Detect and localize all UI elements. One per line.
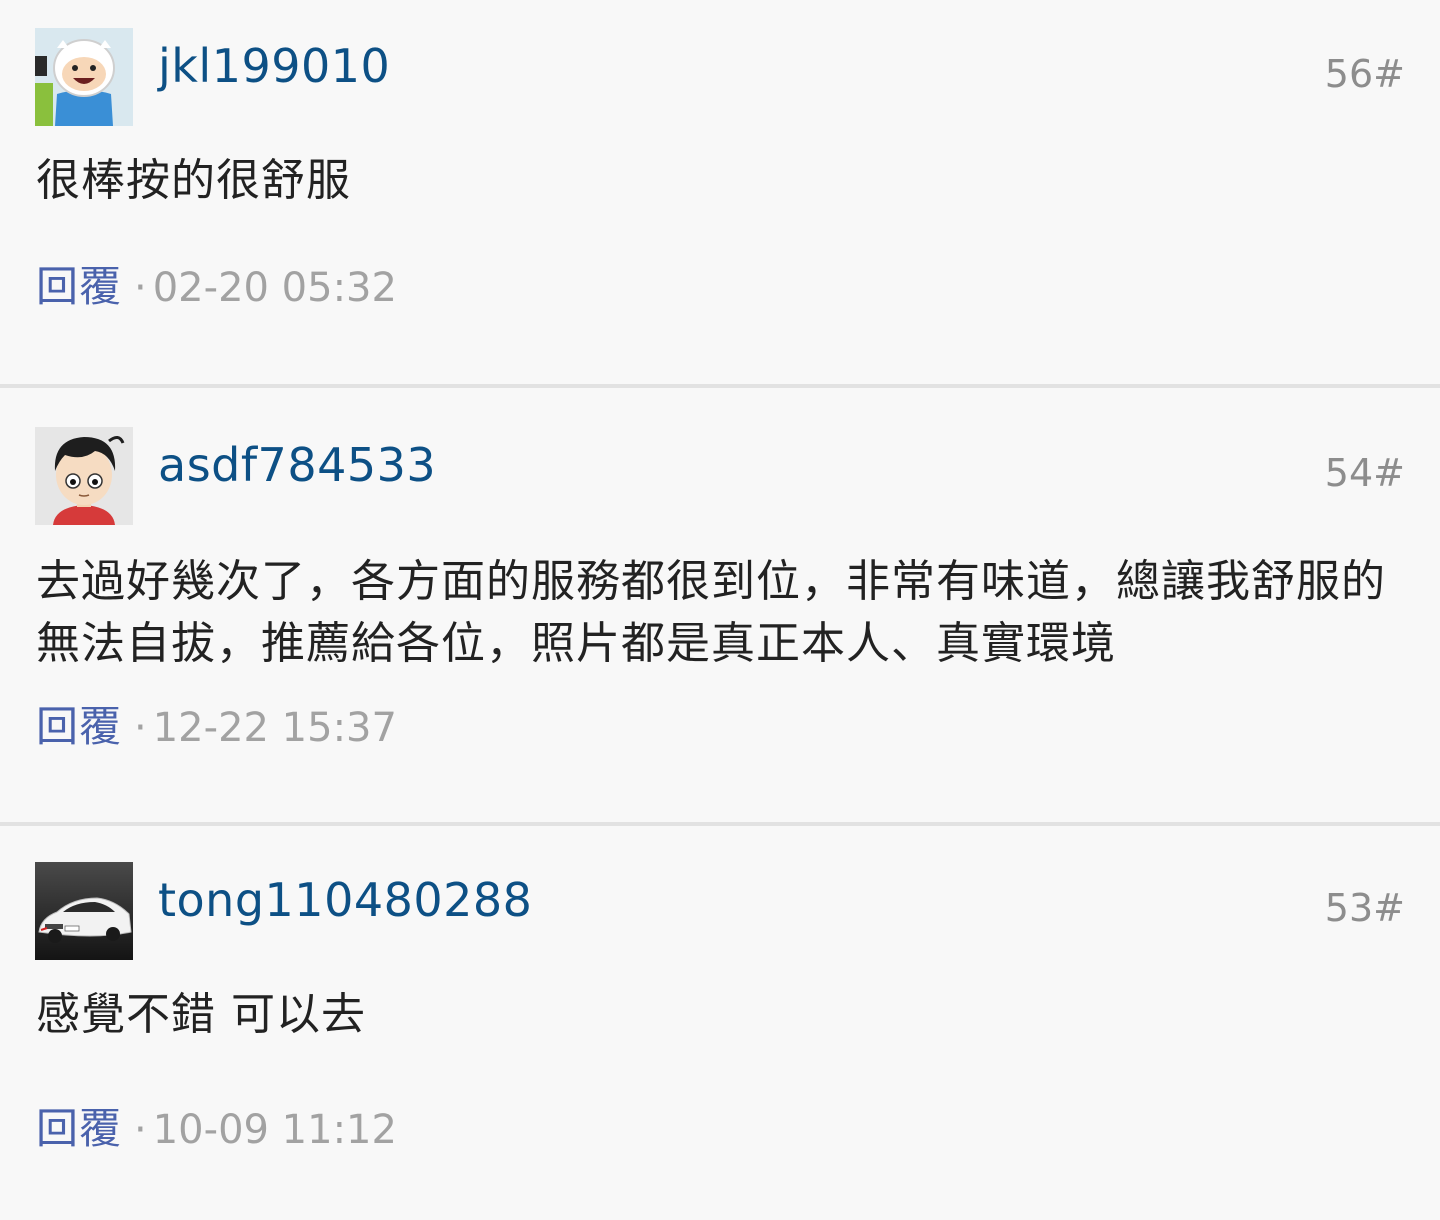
- comment-item: asdf784533 54# 去過好幾次了，各方面的服務都很到位，非常有味道，總…: [0, 388, 1440, 826]
- car-photo-avatar-icon: [35, 862, 133, 960]
- floor-number: 56#: [1324, 52, 1405, 96]
- avatar[interactable]: [35, 427, 133, 525]
- comment-text: 感覺不錯 可以去: [36, 989, 366, 1040]
- comment-text: 很棒按的很舒服: [36, 155, 351, 206]
- comment-item: jkl199010 56# 很棒按的很舒服 回覆 · 02-20 05:32: [0, 0, 1440, 388]
- comment-item: tong110480288 53# 感覺不錯 可以去 回覆 · 10-09 11:1…: [0, 826, 1440, 1220]
- comment-text: 去過好幾次了，各方面的服務都很到位，非常有味道，總讓我舒服的無法自拔，推薦給各位…: [36, 556, 1386, 669]
- avatar[interactable]: [35, 862, 133, 960]
- meta-separator: ·: [134, 705, 147, 751]
- floor-number: 54#: [1324, 451, 1405, 495]
- avatar[interactable]: [35, 28, 133, 126]
- cartoon-boy-avatar-icon: [35, 28, 133, 126]
- comment-meta: 回覆 · 10-09 11:12: [36, 1103, 397, 1156]
- floor-number: 53#: [1324, 886, 1405, 930]
- cartoon-face-avatar-icon: [35, 427, 133, 525]
- meta-separator: ·: [134, 265, 147, 311]
- username[interactable]: jkl199010: [158, 38, 390, 94]
- username[interactable]: asdf784533: [158, 437, 436, 493]
- comment-header: jkl199010 56#: [35, 28, 1440, 126]
- comment-list: jkl199010 56# 很棒按的很舒服 回覆 · 02-20 05:32 a…: [0, 0, 1440, 1220]
- timestamp: 10-09 11:12: [152, 1107, 397, 1153]
- meta-separator: ·: [134, 1107, 147, 1153]
- reply-button[interactable]: 回覆: [36, 262, 122, 311]
- reply-button[interactable]: 回覆: [36, 702, 122, 751]
- comment-header: tong110480288 53#: [35, 862, 1440, 960]
- comment-meta: 回覆 · 12-22 15:37: [36, 701, 397, 754]
- username[interactable]: tong110480288: [158, 872, 532, 928]
- timestamp: 02-20 05:32: [152, 265, 397, 311]
- timestamp: 12-22 15:37: [152, 705, 397, 751]
- comment-meta: 回覆 · 02-20 05:32: [36, 261, 397, 314]
- comment-header: asdf784533 54#: [35, 427, 1440, 525]
- reply-button[interactable]: 回覆: [36, 1104, 122, 1153]
